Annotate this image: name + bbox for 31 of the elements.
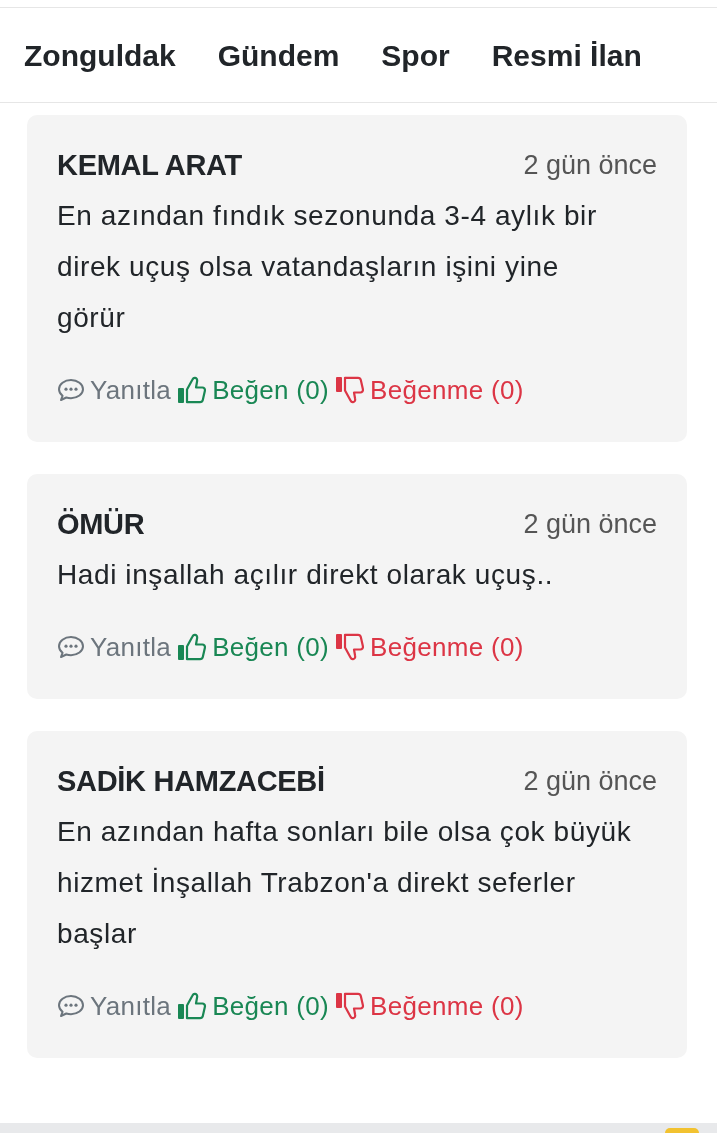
thumbs-down-icon	[335, 633, 365, 661]
nav-link[interactable]: Spor	[381, 39, 450, 73]
nav-link[interactable]: Resmi İlan	[491, 39, 642, 73]
thumbs-up-icon	[177, 376, 208, 404]
reply-link[interactable]: Yanıtla	[57, 631, 172, 663]
thumbs-up-icon	[177, 992, 208, 1020]
like-button[interactable]: Beğen (0)	[177, 990, 329, 1022]
chat-bubble-icon	[57, 994, 85, 1018]
comment-time: 2 gün önce	[523, 508, 657, 540]
comment-author: ÖMÜR	[57, 507, 145, 541]
nav-link[interactable]: Gündem	[217, 39, 340, 73]
reply-link[interactable]: Yanıtla	[57, 374, 172, 406]
comment-text: En azından hafta sonları bile olsa çok büyük hizmet İnşallah Trabzon'a direkt seferler başlar	[57, 815, 633, 951]
dislike-button[interactable]: Beğenme (0)	[335, 990, 524, 1022]
comment-time: 2 gün önce	[523, 149, 657, 181]
thumbs-down-icon	[335, 376, 365, 404]
comment-text: En azından fındık sezonunda 3-4 aylık bir direk uçuş olsa vatandaşların işini yine görür	[57, 199, 598, 335]
dislike-button[interactable]: Beğenme (0)	[335, 374, 524, 406]
comment-author: SADİK HAMZACEBİ	[57, 764, 325, 798]
like-button[interactable]: Beğen (0)	[177, 631, 329, 663]
dislike-button[interactable]: Beğenme (0)	[335, 631, 524, 663]
comment-text: Hadi inşallah açılır direkt olarak uçuş..	[57, 558, 555, 592]
reply-link[interactable]: Yanıtla	[57, 990, 172, 1022]
thumbs-down-icon	[335, 992, 365, 1020]
nav-link[interactable]: Zonguldak	[24, 39, 176, 73]
comment-time: 2 gün önce	[523, 765, 657, 797]
chat-bubble-icon	[57, 378, 85, 402]
comment-author: KEMAL ARAT	[57, 148, 242, 182]
like-button[interactable]: Beğen (0)	[177, 374, 329, 406]
chat-bubble-icon	[57, 635, 85, 659]
thumbs-up-icon	[177, 633, 208, 661]
